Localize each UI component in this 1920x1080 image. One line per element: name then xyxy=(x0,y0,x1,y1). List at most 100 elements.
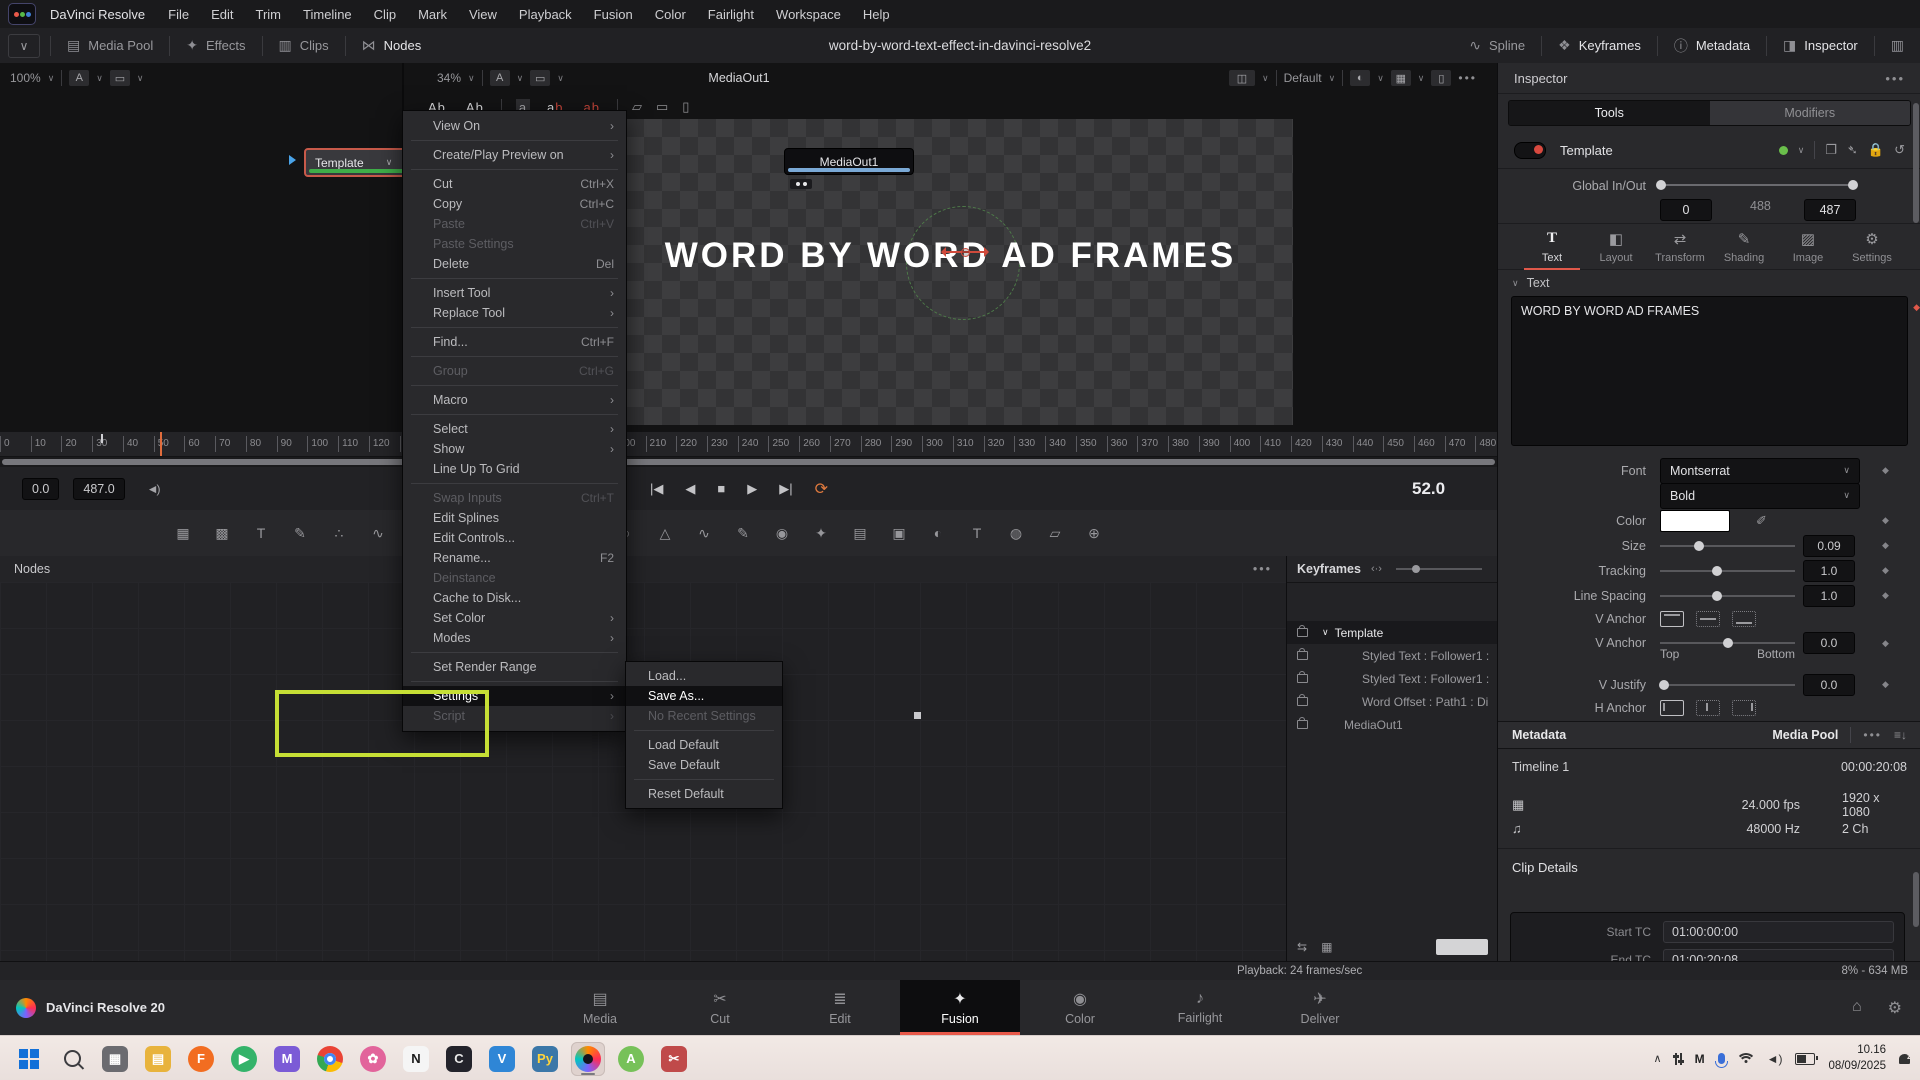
effects-button[interactable]: ✦Effects xyxy=(170,28,261,63)
fusion-tool-icon-left-3[interactable]: ✎ xyxy=(287,525,313,542)
menu-item-delete[interactable]: DeleteDel xyxy=(403,254,626,274)
channel-button[interactable]: A xyxy=(69,70,89,86)
microphone-icon[interactable] xyxy=(1718,1053,1725,1064)
start-tc-value[interactable]: 01:00:00:00 xyxy=(1663,921,1894,943)
global-inout-slider[interactable] xyxy=(1660,184,1854,186)
stop-button[interactable]: ■ xyxy=(717,481,725,496)
menu-item-macro[interactable]: Macro› xyxy=(403,390,626,410)
home-icon[interactable]: ⌂ xyxy=(1852,998,1862,1018)
menubar-item-mark[interactable]: Mark xyxy=(407,0,458,28)
eyedropper-icon[interactable]: ✐ xyxy=(1756,513,1767,529)
inspector-tab-layout[interactable]: ◧Layout xyxy=(1584,230,1648,269)
fusion-tool-icon-left-1[interactable]: ▩ xyxy=(209,525,235,542)
page-tab-fairlight[interactable]: ♪Fairlight xyxy=(1140,980,1260,1035)
lock-icon[interactable] xyxy=(1297,628,1308,637)
keyframe-diamond-icon[interactable]: ◆ xyxy=(1913,302,1920,313)
sort-icon[interactable]: ⇆ xyxy=(1297,940,1307,954)
tab-tools[interactable]: Tools xyxy=(1509,101,1710,125)
node-output-square[interactable] xyxy=(914,712,921,719)
taskbar-app-firefox[interactable]: F xyxy=(184,1042,218,1076)
anchor-top-icon[interactable] xyxy=(1660,611,1684,627)
inspector-tab-image[interactable]: ▨Image xyxy=(1776,230,1840,269)
page-tab-edit[interactable]: ≣Edit xyxy=(780,980,900,1035)
keyframes-row-template[interactable]: ∨Template xyxy=(1287,621,1498,644)
keyframe-diamond-icon[interactable]: ◆ xyxy=(1882,565,1889,576)
reset-icon[interactable]: ↺ xyxy=(1894,142,1905,158)
menubar-item-edit[interactable]: Edit xyxy=(200,0,244,28)
app-logo-icon[interactable] xyxy=(8,3,36,25)
lock-icon[interactable]: 🔒 xyxy=(1868,142,1884,158)
inspector-button[interactable]: ◨Inspector xyxy=(1767,28,1874,63)
pin-icon[interactable]: ➴ xyxy=(1847,142,1858,158)
menubar-item-workspace[interactable]: Workspace xyxy=(765,0,852,28)
render-range-end[interactable]: 487.0 xyxy=(73,478,124,500)
tracking-value[interactable]: 1.0 xyxy=(1803,560,1855,582)
battery-icon[interactable] xyxy=(1795,1053,1815,1065)
menu-item-edit-splines[interactable]: Edit Splines xyxy=(403,508,626,528)
fusion-tool-icon-right-8[interactable]: ✦ xyxy=(808,525,834,542)
split-view-button[interactable]: ◫ xyxy=(1229,70,1255,86)
lock-icon[interactable] xyxy=(1297,651,1308,660)
anchor-center-icon[interactable] xyxy=(1696,700,1720,716)
page-tab-deliver[interactable]: ✈Deliver xyxy=(1260,980,1380,1035)
keyframe-nav-icon[interactable]: ‹·› xyxy=(1371,563,1382,575)
menu-item-replace-tool[interactable]: Replace Tool› xyxy=(403,303,626,323)
page-tab-color[interactable]: ◉Color xyxy=(1020,980,1140,1035)
play-reverse-button[interactable]: ◀ xyxy=(685,481,695,497)
metadata-button[interactable]: ⓘMetadata xyxy=(1658,28,1766,63)
anchor-bottom-icon[interactable] xyxy=(1732,611,1756,627)
fusion-tool-icon-left-0[interactable]: ▦ xyxy=(170,525,196,542)
taskbar-app-emulator[interactable]: A xyxy=(614,1042,648,1076)
fusion-tool-icon-left-4[interactable]: ∴ xyxy=(326,525,352,542)
menu-item-insert-tool[interactable]: Insert Tool› xyxy=(403,283,626,303)
fusion-tool-icon-right-7[interactable]: ◉ xyxy=(769,525,795,542)
menu-item-set-color[interactable]: Set Color› xyxy=(403,608,626,628)
keyframe-diamond-icon[interactable]: ◆ xyxy=(1882,638,1889,649)
view-mode-button[interactable]: ▭ xyxy=(110,70,130,86)
inspector-tab-settings[interactable]: ⚙Settings xyxy=(1840,230,1904,269)
gamut-button[interactable]: ◐ xyxy=(1350,70,1370,86)
notification-bell-icon[interactable] xyxy=(1899,1054,1910,1064)
global-in-value[interactable]: 0 xyxy=(1660,199,1712,221)
font-family-select[interactable]: Montserrat∨ xyxy=(1660,458,1860,484)
size-value[interactable]: 0.09 xyxy=(1803,535,1855,557)
submenu-item-save-default[interactable]: Save Default xyxy=(626,755,782,775)
submenu-item-save-as[interactable]: Save As... xyxy=(626,686,782,706)
submenu-item-load[interactable]: Load... xyxy=(626,666,782,686)
left-viewer-zoom[interactable]: 100% xyxy=(10,71,41,85)
menu-item-rename[interactable]: Rename...F2 xyxy=(403,548,626,568)
spreadsheet-icon[interactable]: ▦ xyxy=(1321,940,1332,954)
keyframe-diamond-icon[interactable]: ◆ xyxy=(1882,590,1889,601)
fusion-tool-icon-right-11[interactable]: ◐ xyxy=(925,525,951,542)
playhead[interactable] xyxy=(160,432,162,456)
menubar-item-clip[interactable]: Clip xyxy=(363,0,407,28)
fusion-tool-icon-right-12[interactable]: T xyxy=(964,525,990,542)
taskbar-app-chrome[interactable] xyxy=(313,1042,347,1076)
taskbar-app-video-app[interactable]: M xyxy=(270,1042,304,1076)
menu-item-set-render-range[interactable]: Set Render Range xyxy=(403,657,626,677)
menu-item-find[interactable]: Find...Ctrl+F xyxy=(403,332,626,352)
node-mediaout1[interactable]: MediaOut1 xyxy=(784,148,914,175)
font-weight-select[interactable]: Bold∨ xyxy=(1660,483,1860,509)
fusion-tool-icon-right-10[interactable]: ▣ xyxy=(886,525,912,542)
timeline-scrollbar[interactable] xyxy=(0,457,1497,467)
render-range-start[interactable]: 0.0 xyxy=(22,478,59,500)
v-anchor-slider[interactable] xyxy=(1660,642,1795,644)
tracking-slider[interactable] xyxy=(1660,570,1795,572)
menubar-item-help[interactable]: Help xyxy=(852,0,901,28)
menubar-item-view[interactable]: View xyxy=(458,0,508,28)
nodes-options-icon[interactable]: ••• xyxy=(1253,562,1272,576)
text-tool-icon-1[interactable]: ▭ xyxy=(656,99,668,115)
submenu-item-load-default[interactable]: Load Default xyxy=(626,735,782,755)
inspector-tab-shading[interactable]: ✎Shading xyxy=(1712,230,1776,269)
keyframe-diamond-icon[interactable]: ◆ xyxy=(1882,465,1889,476)
timeline-ruler[interactable]: 0102030405060708090100110120130140150160… xyxy=(0,431,1497,457)
lut-select[interactable]: Default xyxy=(1284,71,1322,85)
versions-icon[interactable]: ❐ xyxy=(1825,142,1837,158)
menu-item-cache-to-disk[interactable]: Cache to Disk... xyxy=(403,588,626,608)
loop-button[interactable]: ⟳ xyxy=(815,479,828,499)
taskbar-app-search[interactable] xyxy=(55,1042,89,1076)
sort-icon[interactable]: ≡↓ xyxy=(1894,728,1907,742)
chevron-down-icon[interactable]: ∨ xyxy=(8,34,40,58)
play-button[interactable]: ▶ xyxy=(747,481,757,497)
